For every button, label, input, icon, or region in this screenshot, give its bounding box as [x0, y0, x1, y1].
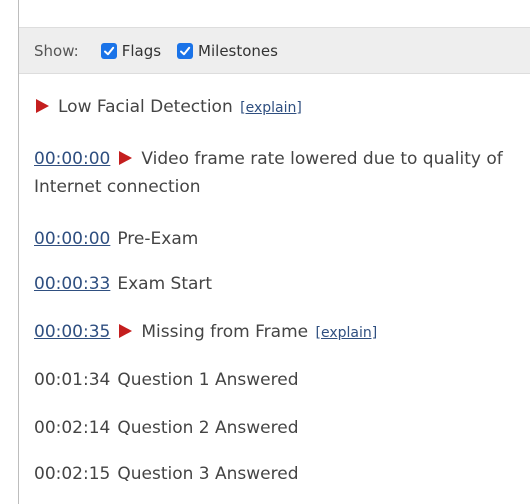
flags-filter[interactable]: Flags [100, 41, 162, 60]
filter-bar: Show: Flags Milestones [19, 27, 530, 74]
milestones-filter[interactable]: Milestones [177, 42, 278, 60]
event-row-question-2: 00:02:14 Question 2 Answered [34, 414, 520, 442]
panel-top-strip [19, 0, 530, 27]
event-text: Missing from Frame [141, 322, 309, 342]
milestones-checkbox[interactable] [177, 42, 194, 59]
timestamp-link[interactable]: 00:00:00 [34, 229, 110, 249]
timestamp-link[interactable]: 00:00:00 [34, 149, 110, 169]
event-text: Question 1 Answered [117, 370, 299, 390]
explain-link[interactable]: [explain] [316, 325, 378, 341]
event-text: Exam Start [117, 274, 213, 294]
event-row-exam-start: 00:00:33 Exam Start [34, 270, 520, 298]
timestamp: 00:01:34 [34, 370, 111, 390]
event-row-pre-exam: 00:00:00 Pre-Exam [34, 225, 520, 253]
event-log-panel: Show: Flags Milestones Low Facial Detect… [18, 0, 530, 504]
checkmark-icon [180, 46, 191, 55]
event-text: Low Facial Detection [58, 97, 233, 117]
event-text: Pre-Exam [117, 229, 199, 249]
timestamp-link[interactable]: 00:00:33 [34, 274, 110, 294]
flags-checkbox[interactable] [100, 42, 117, 59]
timestamp: 00:02:15 [34, 464, 111, 484]
timestamp-link[interactable]: 00:00:35 [34, 322, 110, 342]
red-flag-icon [36, 98, 49, 113]
flags-label: Flags [121, 41, 162, 60]
red-flag-icon [119, 150, 133, 165]
red-flag-icon [119, 323, 133, 338]
checkmark-icon [103, 46, 114, 55]
event-row-question-1: 00:01:34 Question 1 Answered [34, 366, 520, 394]
event-row-frame-rate: 00:00:00 Video frame rate lowered due to… [34, 145, 520, 201]
milestones-label: Milestones [198, 41, 278, 60]
event-row-missing-from-frame: 00:00:35 Missing from Frame [explain] [34, 318, 520, 347]
event-row-low-facial-detection: Low Facial Detection [explain] [34, 93, 520, 122]
event-text: Question 2 Answered [117, 418, 299, 438]
event-row-question-3: 00:02:15 Question 3 Answered [34, 460, 520, 488]
timestamp: 00:02:14 [34, 418, 111, 438]
event-text: Question 3 Answered [117, 464, 299, 484]
explain-link[interactable]: [explain] [240, 100, 302, 116]
show-label: Show: [34, 41, 79, 60]
